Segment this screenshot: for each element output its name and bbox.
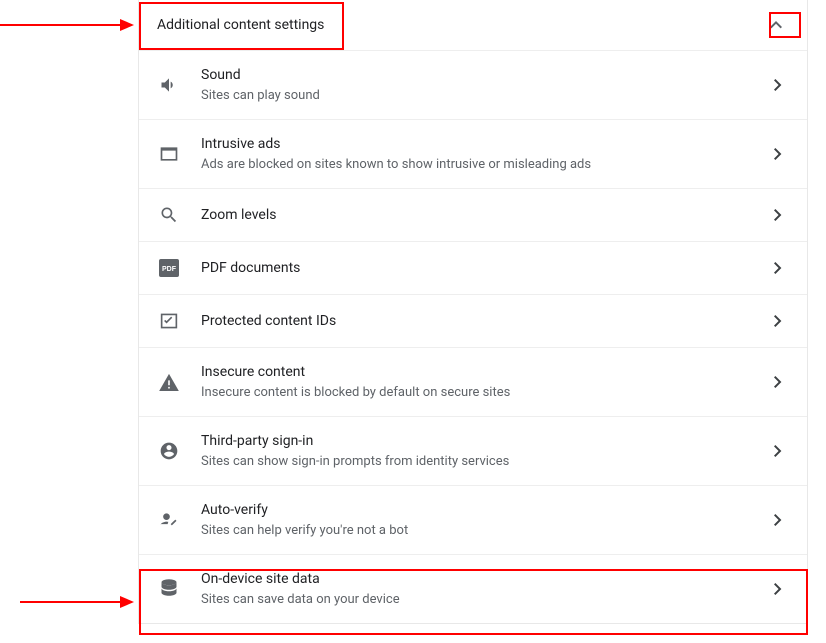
chevron-right-icon [769,580,787,598]
chevron-right-icon [769,76,787,94]
row-subtitle: Sites can save data on your device [201,591,769,609]
warning-icon [157,370,181,394]
chevron-right-icon [769,511,787,529]
row-protected-content[interactable]: Protected content IDs [139,295,807,348]
search-icon [157,203,181,227]
row-intrusive-ads[interactable]: Intrusive ads Ads are blocked on sites k… [139,120,807,189]
person-check-icon [157,508,181,532]
row-text: PDF documents [201,258,769,278]
chevron-right-icon [769,259,787,277]
row-zoom-levels[interactable]: Zoom levels [139,189,807,242]
checkbox-checked-icon [157,309,181,333]
row-auto-verify[interactable]: Auto-verify Sites can help verify you're… [139,486,807,555]
chevron-right-icon [769,312,787,330]
row-text: Third-party sign-in Sites can show sign-… [201,431,769,471]
row-subtitle: Sites can help verify you're not a bot [201,522,769,540]
section-title: Additional content settings [157,17,324,33]
row-insecure-content[interactable]: Insecure content Insecure content is blo… [139,348,807,417]
pdf-icon: PDF [157,256,181,280]
row-title: Zoom levels [201,205,769,225]
row-sound[interactable]: Sound Sites can play sound [139,51,807,120]
row-title: On-device site data [201,569,769,589]
row-text: Zoom levels [201,205,769,225]
row-on-device-site-data[interactable]: On-device site data Sites can save data … [139,555,807,623]
annotation-arrow-bottom [20,592,140,612]
row-title: Intrusive ads [201,134,769,154]
sound-icon [157,73,181,97]
collapse-icon[interactable] [765,14,787,36]
person-circle-icon [157,439,181,463]
database-icon [157,577,181,601]
row-title: Sound [201,65,769,85]
chevron-right-icon [769,145,787,163]
row-text: On-device site data Sites can save data … [201,569,769,609]
settings-panel: Additional content settings Sound Sites … [138,0,808,624]
row-subtitle: Ads are blocked on sites known to show i… [201,156,769,174]
row-title: Protected content IDs [201,311,769,331]
row-text: Sound Sites can play sound [201,65,769,105]
row-text: Intrusive ads Ads are blocked on sites k… [201,134,769,174]
row-third-party-signin[interactable]: Third-party sign-in Sites can show sign-… [139,417,807,486]
row-title: PDF documents [201,258,769,278]
section-header[interactable]: Additional content settings [139,0,807,51]
row-subtitle: Sites can play sound [201,87,769,105]
svg-text:PDF: PDF [162,266,177,273]
row-title: Insecure content [201,362,769,382]
chevron-right-icon [769,206,787,224]
row-pdf-documents[interactable]: PDF PDF documents [139,242,807,295]
row-title: Auto-verify [201,500,769,520]
row-subtitle: Insecure content is blocked by default o… [201,384,769,402]
row-subtitle: Sites can show sign-in prompts from iden… [201,453,769,471]
chevron-right-icon [769,373,787,391]
row-text: Insecure content Insecure content is blo… [201,362,769,402]
row-text: Protected content IDs [201,311,769,331]
window-icon [157,142,181,166]
row-title: Third-party sign-in [201,431,769,451]
annotation-arrow-top [0,15,140,35]
row-text: Auto-verify Sites can help verify you're… [201,500,769,540]
chevron-right-icon [769,442,787,460]
